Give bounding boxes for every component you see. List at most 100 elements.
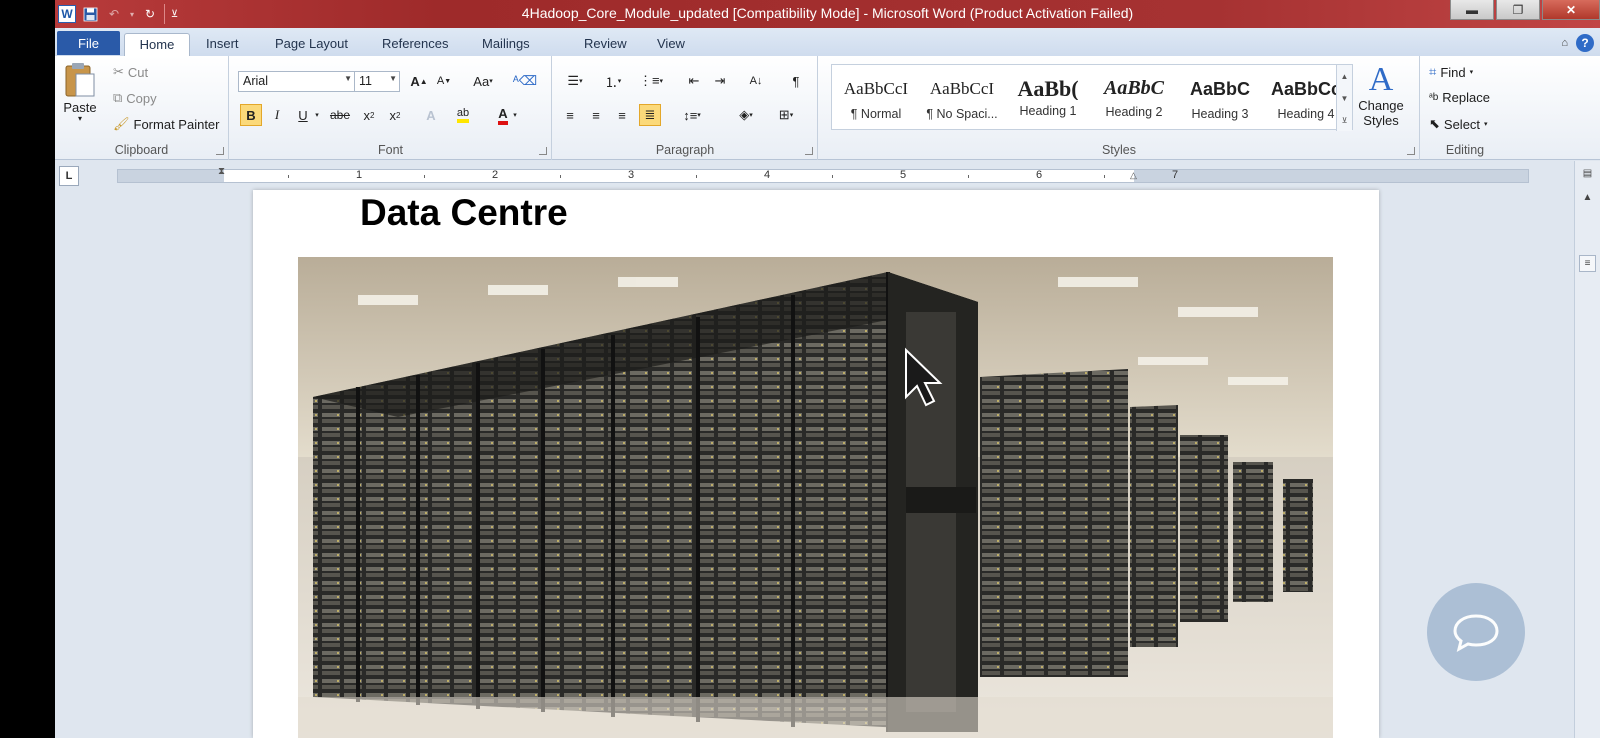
document-page[interactable]: Data Centre	[253, 190, 1379, 738]
highlight-icon[interactable]: ab	[452, 104, 474, 126]
font-size-value: 11	[359, 74, 372, 88]
select-button[interactable]: ⬉ Select ▾	[1429, 116, 1488, 132]
tab-file[interactable]: File	[57, 31, 120, 55]
styles-gallery-scroll[interactable]: ▲ ▼ ⊻	[1336, 65, 1352, 131]
font-color-dropdown-icon[interactable]: ▾	[510, 104, 520, 126]
tab-page-layout[interactable]: Page Layout	[265, 33, 358, 56]
data-centre-photo[interactable]	[298, 257, 1333, 738]
font-family-select[interactable]: Arial ▼	[238, 71, 355, 92]
scissors-icon: ✂	[113, 64, 124, 79]
tab-references[interactable]: References	[372, 33, 458, 56]
show-formatting-icon[interactable]: ¶	[785, 70, 807, 92]
clipboard-group-label: Clipboard	[114, 143, 169, 157]
strikethrough-button[interactable]: abe	[326, 104, 354, 126]
bold-button[interactable]: B	[240, 104, 262, 126]
tab-review[interactable]: Review	[574, 33, 637, 56]
chevron-down-icon: ▼	[344, 74, 352, 83]
paste-button[interactable]: Paste ▾	[63, 62, 97, 123]
font-group-label: Font	[377, 143, 403, 157]
copy-button[interactable]: ⧉ Copy	[113, 90, 157, 106]
bullets-icon[interactable]: ☰ ▾	[559, 70, 591, 92]
tab-home[interactable]: Home	[124, 33, 190, 56]
ruler-number: 4	[764, 169, 771, 181]
clipboard-icon	[65, 63, 95, 97]
cut-button[interactable]: ✂ Cut	[113, 64, 148, 80]
borders-icon[interactable]: ⊞ ▾	[769, 104, 803, 126]
subscript-button[interactable]: x2	[358, 104, 380, 126]
font-size-select[interactable]: 11 ▼	[354, 71, 400, 92]
chevron-down-icon: ▾	[1469, 69, 1474, 76]
italic-button[interactable]: I	[266, 104, 288, 126]
close-icon[interactable]: ✕	[1542, 0, 1600, 20]
style-no-spacing[interactable]: AaBbCcI ¶ No Spaci...	[920, 69, 1004, 127]
line-spacing-icon[interactable]: ↕≡ ▾	[677, 104, 707, 126]
ribbon-right-controls: ⌂ ?	[1561, 34, 1594, 52]
shrink-font-icon[interactable]: A ▼	[433, 70, 455, 92]
style-name: Heading 3	[1191, 107, 1249, 121]
paste-dropdown-icon[interactable]: ▾	[78, 114, 82, 123]
ruler-tick	[424, 175, 425, 178]
scroll-thumb[interactable]: ≡	[1579, 255, 1596, 272]
ruler-toggle-icon[interactable]: ▤	[1579, 165, 1596, 182]
style-heading-2[interactable]: AaBbC Heading 2	[1092, 69, 1176, 127]
clipboard-launcher-icon[interactable]	[216, 147, 224, 155]
ruler-number: 5	[900, 169, 907, 181]
style-sample: AaBbC	[1189, 79, 1250, 99]
scroll-up-icon[interactable]: ▲	[1579, 189, 1596, 206]
editing-group-label: Editing	[1445, 143, 1485, 157]
replace-label: Replace	[1442, 90, 1490, 105]
restore-icon[interactable]: ❐	[1496, 0, 1540, 20]
style-heading-1[interactable]: AaBb( Heading 1	[1006, 69, 1090, 127]
style-sample: AaBbCcI	[929, 79, 995, 98]
document-heading[interactable]: Data Centre	[360, 192, 568, 234]
style-normal[interactable]: AaBbCcI ¶ Normal	[834, 69, 918, 127]
tab-insert[interactable]: Insert	[196, 33, 249, 56]
align-right-icon[interactable]: ≡	[611, 104, 633, 126]
superscript-button[interactable]: x2	[384, 104, 406, 126]
underline-button[interactable]: U	[292, 104, 314, 126]
chevron-down-icon[interactable]: ▼	[1341, 94, 1349, 103]
replace-icon: ᵃb	[1429, 92, 1439, 103]
shading-icon[interactable]: ◈ ▾	[729, 104, 763, 126]
more-styles-icon[interactable]: ⊻	[1342, 116, 1348, 125]
cursor-icon: ⬉	[1429, 116, 1440, 131]
clear-formatting-icon[interactable]: ᴬ⌫	[513, 70, 537, 92]
horizontal-ruler[interactable]: ⧗ △ 1 2 3 4 5 6 7	[117, 166, 1529, 183]
help-icon[interactable]: ?	[1576, 34, 1594, 52]
paragraph-launcher-icon[interactable]	[805, 147, 813, 155]
numbering-icon[interactable]: ⒈ ▾	[597, 70, 629, 92]
align-center-icon[interactable]: ≡	[585, 104, 607, 126]
format-painter-button[interactable]: 🖌 Format Painter	[113, 116, 220, 132]
tab-view[interactable]: View	[647, 33, 695, 56]
style-heading-3[interactable]: AaBbC Heading 3	[1178, 69, 1262, 127]
style-sample: AaBbCcI	[843, 79, 909, 98]
indent-marker-icon[interactable]: ⧗	[218, 166, 225, 177]
style-name: ¶ Normal	[850, 107, 902, 121]
styles-group-label: Styles	[1101, 143, 1137, 157]
chevron-up-icon[interactable]: ▲	[1341, 72, 1349, 81]
grow-font-icon[interactable]: A ▲	[408, 70, 430, 92]
styles-launcher-icon[interactable]	[1407, 147, 1415, 155]
change-case-icon[interactable]: Aa ▾	[468, 70, 498, 92]
replace-button[interactable]: ᵃb Replace	[1429, 90, 1490, 105]
align-left-icon[interactable]: ≡	[559, 104, 581, 126]
multilevel-list-icon[interactable]: ⋮≡ ▾	[635, 70, 667, 92]
tab-mailings[interactable]: Mailings	[472, 33, 540, 56]
decrease-indent-icon[interactable]: ⇤	[683, 70, 705, 92]
tab-selector-icon[interactable]: L	[59, 166, 79, 186]
minimize-icon[interactable]: ▬	[1450, 0, 1494, 20]
sort-icon[interactable]: A↓	[745, 70, 767, 92]
right-indent-marker-icon[interactable]: △	[1130, 170, 1137, 181]
chat-button[interactable]	[1427, 583, 1525, 681]
minimize-ribbon-icon[interactable]: ⌂	[1561, 37, 1568, 49]
justify-icon[interactable]: ≣	[639, 104, 661, 126]
cut-label: Cut	[127, 64, 149, 80]
font-launcher-icon[interactable]	[539, 147, 547, 155]
underline-dropdown-icon[interactable]: ▾	[312, 104, 322, 126]
vertical-scrollbar[interactable]: ▤ ▲ ≡	[1574, 161, 1600, 738]
find-button[interactable]: ⌗ Find ▾	[1429, 64, 1473, 80]
text-effects-icon[interactable]: A	[420, 104, 442, 126]
change-styles-button[interactable]: A Change Styles	[1353, 62, 1409, 129]
increase-indent-icon[interactable]: ⇥	[709, 70, 731, 92]
select-label: Select	[1443, 116, 1481, 132]
